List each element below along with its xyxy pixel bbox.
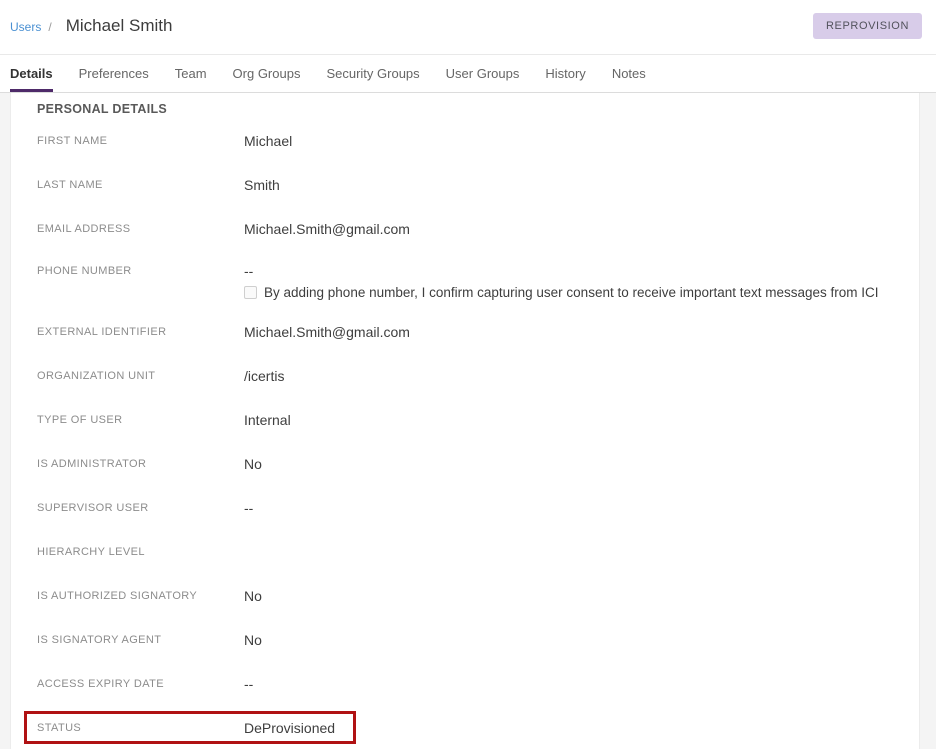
breadcrumb-users-link[interactable]: Users [10,20,41,34]
tab-org-groups[interactable]: Org Groups [233,55,301,92]
field-value: Michael.Smith@gmail.com [244,221,410,237]
field-label: EMAIL ADDRESS [37,223,244,235]
page-title: Michael Smith [66,16,173,36]
phone-consent-checkbox[interactable] [244,286,257,299]
field-row-is-signatory-agent: IS SIGNATORY AGENT No [37,618,919,662]
tab-user-groups[interactable]: User Groups [446,55,520,92]
field-row-supervisor-user: SUPERVISOR USER -- [37,486,919,530]
field-label: STATUS [37,722,244,734]
field-value: Smith [244,177,280,193]
field-row-organization-unit: ORGANIZATION UNIT /icertis [37,354,919,398]
field-value: -- [244,676,253,692]
field-row-hierarchy-level: HIERARCHY LEVEL [37,530,919,574]
field-value: /icertis [244,368,284,384]
breadcrumb: Users / Michael Smith [10,16,172,36]
field-row-access-expiry-date: ACCESS EXPIRY DATE -- [37,662,919,706]
tab-team[interactable]: Team [175,55,207,92]
field-label: LAST NAME [37,179,244,191]
field-value: Michael [244,133,292,149]
field-value: -- [244,500,253,516]
field-label: ORGANIZATION UNIT [37,370,244,382]
content-area: PERSONAL DETAILS FIRST NAME Michael LAST… [0,93,936,749]
field-row-type-of-user: TYPE OF USER Internal [37,398,919,442]
field-row-is-authorized-signatory: IS AUTHORIZED SIGNATORY No [37,574,919,618]
field-label: IS AUTHORIZED SIGNATORY [37,590,244,602]
field-label: ACCESS EXPIRY DATE [37,678,244,690]
section-title: PERSONAL DETAILS [37,101,919,117]
tab-details[interactable]: Details [10,55,53,92]
field-row-external-identifier: EXTERNAL IDENTIFIER Michael.Smith@gmail.… [37,310,919,354]
field-label: TYPE OF USER [37,414,244,426]
field-value: No [244,632,262,648]
details-panel: PERSONAL DETAILS FIRST NAME Michael LAST… [10,93,920,749]
field-label: IS SIGNATORY AGENT [37,634,244,646]
field-value: -- [244,251,879,279]
field-label: EXTERNAL IDENTIFIER [37,326,244,338]
reprovision-button[interactable]: REPROVISION [813,13,922,39]
field-row-first-name: FIRST NAME Michael [37,119,919,163]
field-row-phone-number: PHONE NUMBER -- By adding phone number, … [37,251,919,310]
field-value: Internal [244,412,291,428]
page-header: Users / Michael Smith REPROVISION [0,0,936,55]
tab-preferences[interactable]: Preferences [79,55,149,92]
field-value: No [244,456,262,472]
field-label: FIRST NAME [37,135,244,147]
field-row-last-name: LAST NAME Smith [37,163,919,207]
field-value: Michael.Smith@gmail.com [244,324,410,340]
field-row-status: STATUS DeProvisioned [37,706,919,750]
phone-consent-line: By adding phone number, I confirm captur… [244,285,879,300]
breadcrumb-separator: / [48,20,51,34]
field-label: PHONE NUMBER [37,251,244,277]
tab-security-groups[interactable]: Security Groups [326,55,419,92]
phone-consent-text: By adding phone number, I confirm captur… [264,285,879,300]
tab-history[interactable]: History [545,55,585,92]
tab-bar: Details Preferences Team Org Groups Secu… [0,55,936,93]
field-label: IS ADMINISTRATOR [37,458,244,470]
phone-value-block: -- By adding phone number, I confirm cap… [244,251,879,300]
field-label: SUPERVISOR USER [37,502,244,514]
tab-notes[interactable]: Notes [612,55,646,92]
field-row-is-administrator: IS ADMINISTRATOR No [37,442,919,486]
field-row-email-address: EMAIL ADDRESS Michael.Smith@gmail.com [37,207,919,251]
field-value: No [244,588,262,604]
field-label: HIERARCHY LEVEL [37,546,244,558]
status-value: DeProvisioned [244,720,335,736]
